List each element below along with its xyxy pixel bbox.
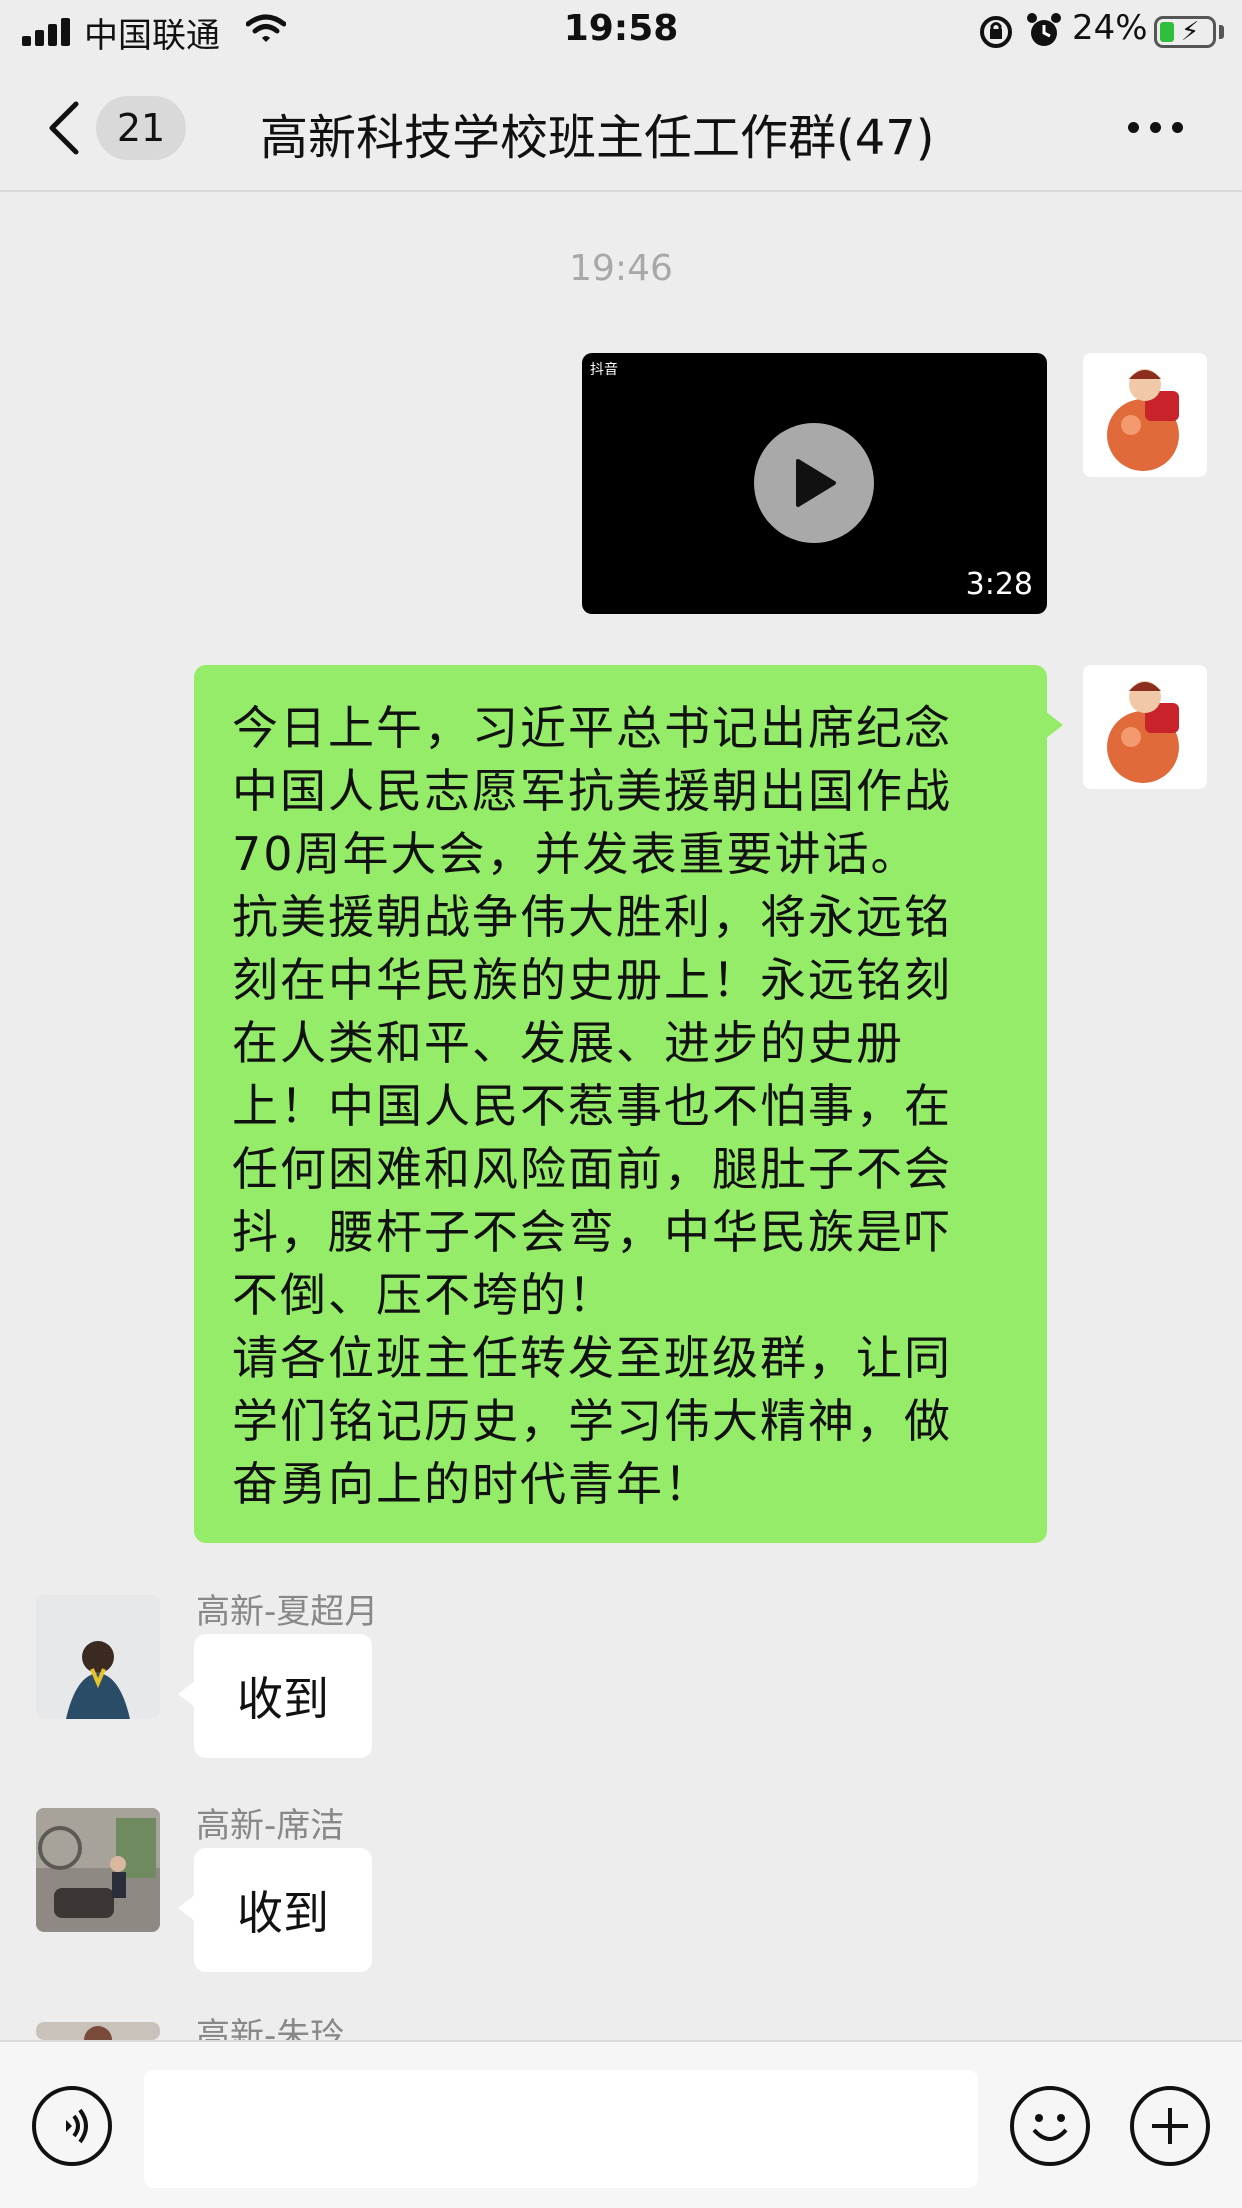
battery-percent: 24%: [1072, 8, 1148, 48]
plus-symbol-icon: [1152, 2108, 1188, 2144]
sender-name: 高新-朱玲: [196, 2016, 345, 2040]
message-input[interactable]: [144, 2070, 978, 2188]
rotation-lock-icon: [980, 16, 1012, 48]
back-chevron-icon[interactable]: [44, 98, 84, 158]
video-duration: 3:28: [965, 567, 1033, 602]
message-timestamp: 19:46: [569, 248, 673, 289]
play-icon: [796, 459, 836, 507]
member-avatar[interactable]: [36, 2022, 160, 2040]
unread-count-badge[interactable]: 21: [96, 96, 186, 160]
status-bar: 中国联通 19:58 24% ⚡: [0, 0, 1242, 64]
self-avatar[interactable]: [1083, 665, 1207, 789]
battery-fill: [1160, 22, 1174, 42]
self-avatar[interactable]: [1083, 353, 1207, 477]
avatar-image: [36, 1808, 160, 1932]
sender-name: 高新-夏超月: [196, 1592, 379, 1632]
avatar-image: [1083, 665, 1207, 789]
more-dots-icon[interactable]: [1128, 116, 1188, 140]
voice-icon[interactable]: [32, 2086, 112, 2166]
avatar-image: [36, 2022, 160, 2040]
chat-input-bar: [0, 2040, 1242, 2208]
play-button[interactable]: [754, 423, 874, 543]
message-text: 今日上午，习近平总书记出席纪念 中国人民志愿军抗美援朝出国作战 70周年大会，并…: [232, 701, 952, 1511]
member-avatar[interactable]: [36, 1595, 160, 1719]
member-avatar[interactable]: [36, 1808, 160, 1932]
video-message[interactable]: 抖音 3:28: [582, 353, 1047, 614]
emoji-icon[interactable]: [1010, 2086, 1090, 2166]
avatar-image: [1083, 353, 1207, 477]
plus-icon[interactable]: [1130, 2086, 1210, 2166]
charging-bolt-icon: ⚡: [1181, 17, 1200, 47]
avatar-image: [36, 1595, 160, 1719]
douyin-logo: 抖音: [590, 362, 618, 378]
outgoing-text-bubble[interactable]: 今日上午，习近平总书记出席纪念 中国人民志愿军抗美援朝出国作战 70周年大会，并…: [194, 665, 1063, 1543]
incoming-text-bubble[interactable]: 收到: [178, 1848, 372, 1972]
chat-title: 高新科技学校班主任工作群(47): [260, 110, 935, 166]
smiley-face-icon: [1032, 2114, 1068, 2141]
battery-tip: [1219, 25, 1224, 39]
battery-icon: ⚡: [1154, 16, 1216, 48]
incoming-text-bubble[interactable]: 收到: [178, 1634, 372, 1758]
sender-name: 高新-席洁: [196, 1806, 345, 1846]
voice-wave-icon: [66, 2108, 88, 2144]
chat-header: 21 高新科技学校班主任工作群(47): [0, 64, 1242, 192]
alarm-icon: [1027, 13, 1061, 46]
